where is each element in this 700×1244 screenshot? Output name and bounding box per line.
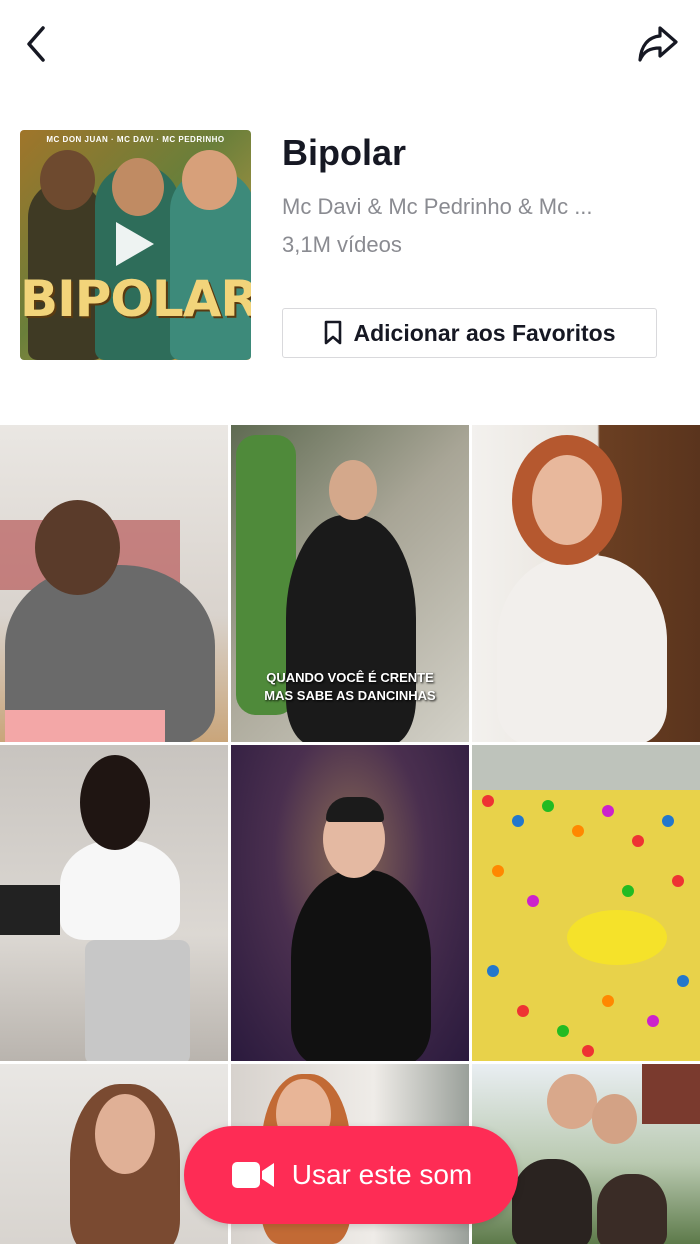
video-thumbnail[interactable]	[472, 425, 700, 742]
video-thumbnail[interactable]	[472, 745, 700, 1061]
sound-header: MC DON JUAN · MC DAVI · MC PEDRINHO BIPO…	[0, 118, 700, 378]
video-grid: QUANDO VOCÊ É CRENTE MAS SABE AS DANCINH…	[0, 425, 700, 1244]
video-caption: QUANDO VOCÊ É CRENTE MAS SABE AS DANCINH…	[264, 670, 436, 703]
cover-face	[40, 150, 95, 210]
video-count: 3,1M vídeos	[282, 232, 402, 257]
sound-title: Bipolar	[282, 132, 407, 173]
cover-artist-line: MC DON JUAN · MC DAVI · MC PEDRINHO	[46, 135, 225, 144]
sound-artist[interactable]: Mc Davi & Mc Pedrinho & Mc ...	[282, 194, 632, 220]
add-to-favorites-button[interactable]: Adicionar aos Favoritos	[282, 308, 657, 358]
top-bar	[0, 0, 700, 90]
use-this-sound-label: Usar este som	[291, 1159, 473, 1190]
cover-title: BIPOLAR	[20, 270, 251, 328]
use-this-sound-button[interactable]: Usar este som	[184, 1126, 518, 1224]
cover-face	[112, 158, 164, 216]
favorite-label: Adicionar aos Favoritos	[353, 319, 616, 346]
album-cover[interactable]: MC DON JUAN · MC DAVI · MC PEDRINHO BIPO…	[20, 130, 251, 360]
video-camera-icon	[231, 1162, 274, 1188]
video-thumbnail[interactable]: QUANDO VOCÊ É CRENTE MAS SABE AS DANCINH…	[231, 425, 469, 742]
share-button[interactable]	[634, 20, 682, 68]
bookmark-icon	[325, 320, 342, 345]
video-thumbnail[interactable]	[0, 425, 228, 742]
play-icon[interactable]	[116, 222, 154, 266]
share-arrow-icon	[638, 26, 678, 62]
video-thumbnail[interactable]	[0, 745, 228, 1061]
chevron-left-icon	[27, 26, 45, 62]
back-button[interactable]	[12, 20, 60, 68]
video-thumbnail[interactable]	[231, 745, 469, 1061]
cover-face	[182, 150, 237, 210]
